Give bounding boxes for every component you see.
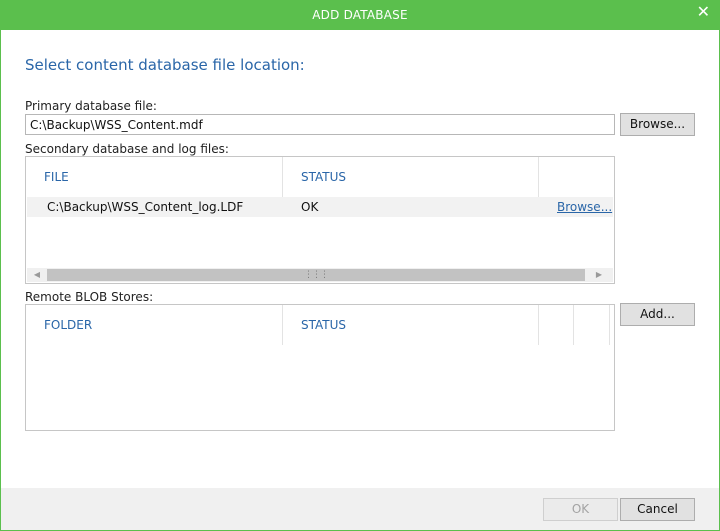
scroll-left-icon[interactable]: ◀ <box>29 268 45 282</box>
row-status: OK <box>301 200 319 214</box>
add-blob-button[interactable]: Add... <box>620 303 695 326</box>
add-database-dialog: ADD DATABASE ✕ Select content database f… <box>0 0 720 531</box>
table-row[interactable]: C:\Backup\WSS_Content_log.LDF OK Browse.… <box>27 197 613 217</box>
column-header-status[interactable]: STATUS <box>283 157 539 197</box>
grid-header: FILE STATUS <box>26 157 614 197</box>
row-file: C:\Backup\WSS_Content_log.LDF <box>47 200 244 214</box>
column-header-extra <box>539 305 574 345</box>
close-icon[interactable]: ✕ <box>697 4 710 20</box>
page-title: Select content database file location: <box>25 56 305 74</box>
column-header-status[interactable]: STATUS <box>283 305 539 345</box>
blob-stores-grid: FOLDER STATUS <box>25 304 615 431</box>
secondary-files-label: Secondary database and log files: <box>25 142 229 156</box>
dialog-footer: OK Cancel <box>1 488 719 530</box>
scroll-grip-icon: ⋮⋮⋮ <box>304 270 329 280</box>
blob-stores-label: Remote BLOB Stores: <box>25 290 154 304</box>
ok-button[interactable]: OK <box>543 498 618 521</box>
scroll-right-icon[interactable]: ▶ <box>591 268 607 282</box>
horizontal-scrollbar[interactable]: ◀ ⋮⋮⋮ ▶ <box>27 268 613 282</box>
primary-file-label: Primary database file: <box>25 99 157 113</box>
cancel-button[interactable]: Cancel <box>620 498 695 521</box>
column-header-folder[interactable]: FOLDER <box>26 305 283 345</box>
row-browse-link[interactable]: Browse... <box>557 197 612 217</box>
secondary-files-grid: FILE STATUS C:\Backup\WSS_Content_log.LD… <box>25 156 615 284</box>
primary-browse-button[interactable]: Browse... <box>620 113 695 136</box>
grid-header: FOLDER STATUS <box>26 305 614 345</box>
title-bar: ADD DATABASE ✕ <box>0 0 720 30</box>
scroll-thumb[interactable]: ⋮⋮⋮ <box>47 269 585 281</box>
dialog-title: ADD DATABASE <box>312 8 408 22</box>
column-header-file[interactable]: FILE <box>26 157 283 197</box>
primary-file-input[interactable] <box>25 114 615 135</box>
column-header-extra <box>574 305 610 345</box>
dialog-body: Select content database file location: P… <box>1 30 719 530</box>
